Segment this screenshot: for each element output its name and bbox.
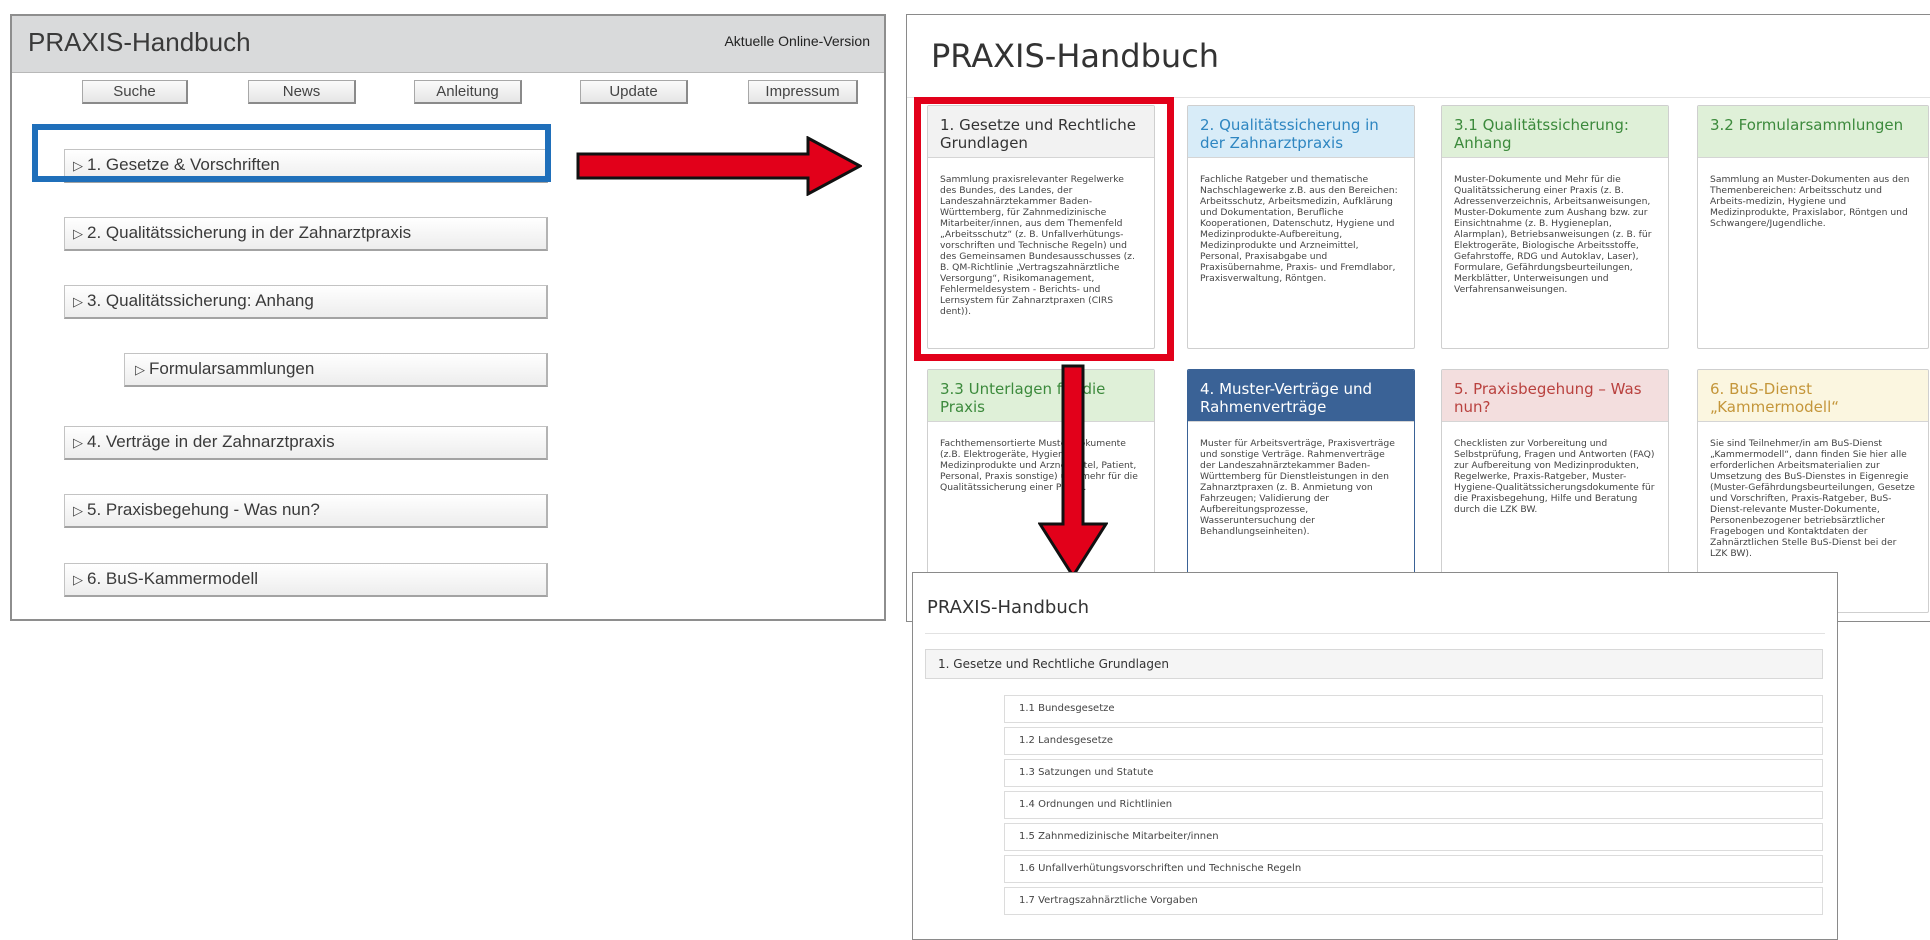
sub-item-mitarbeiter[interactable]: 1.5 Zahnmedizinische Mitarbeiter/innen [1004, 823, 1823, 851]
old-item-bus-kammermodell[interactable]: ▷ 6. BuS-Kammermodell [64, 563, 548, 597]
guide-button[interactable]: Anleitung [414, 80, 522, 104]
sub-item-bundesgesetze[interactable]: 1.1 Bundesgesetze [1004, 695, 1823, 723]
expand-triangle-icon: ▷ [73, 572, 83, 587]
imprint-button[interactable]: Impressum [748, 80, 858, 104]
detail-panel: PRAXIS-Handbuch 1. Gesetze und Rechtlich… [912, 572, 1838, 940]
online-version-link[interactable]: Aktuelle Online-Version [724, 33, 870, 49]
old-item-formularsammlungen[interactable]: ▷ Formularsammlungen [124, 353, 548, 387]
arrow-down-icon [1038, 364, 1108, 578]
arrow-right-icon [576, 136, 862, 196]
card-description: Muster-Dokumente und Mehr für die Qualit… [1454, 174, 1652, 295]
expand-triangle-icon: ▷ [73, 503, 83, 518]
old-item-qs-anhang[interactable]: ▷ 3. Qualitätssicherung: Anhang [64, 285, 548, 319]
expand-triangle-icon: ▷ [73, 294, 83, 309]
sub-item-vertragszahnaerztlich[interactable]: 1.7 Vertragszahnärztliche Vorgaben [1004, 887, 1823, 915]
card-title: 5. Praxisbegehung – Was nun? [1442, 370, 1668, 422]
old-item-label: 4. Verträge in der Zahnarztpraxis [87, 432, 335, 451]
old-item-praxisbegehung[interactable]: ▷ 5. Praxisbegehung - Was nun? [64, 494, 548, 528]
card-qs-anhang[interactable]: 3.1 Qualitätssicherung: Anhang Muster-Do… [1441, 105, 1669, 349]
old-item-label: Formularsammlungen [149, 359, 315, 378]
card-title: 4. Muster-Verträge und Rahmenverträge [1188, 370, 1414, 422]
sub-item-landesgesetze[interactable]: 1.2 Landesgesetze [1004, 727, 1823, 755]
old-item-label: 3. Qualitätssicherung: Anhang [87, 291, 314, 310]
expand-triangle-icon: ▷ [73, 226, 83, 241]
news-button[interactable]: News [248, 80, 356, 104]
card-description: Fachliche Ratgeber und thematische Nachs… [1200, 174, 1398, 284]
old-item-label: 5. Praxisbegehung - Was nun? [87, 500, 320, 519]
card-description: Checklisten zur Vorbereitung und Selbstp… [1454, 438, 1655, 515]
title-divider [925, 633, 1825, 634]
detail-app-title: PRAXIS-Handbuch [927, 597, 1090, 618]
card-description: Muster für Arbeitsverträge, Praxisverträ… [1200, 438, 1395, 537]
search-button[interactable]: Suche [82, 80, 188, 104]
sub-item-satzungen[interactable]: 1.3 Satzungen und Statute [1004, 759, 1823, 787]
card-qualitaetssicherung[interactable]: 2. Qualitätssicherung in der Zahnarztpra… [1187, 105, 1415, 349]
old-item-label: 6. BuS-Kammermodell [87, 569, 259, 588]
highlight-box-red [914, 97, 1174, 361]
sub-item-unfallverhuetung[interactable]: 1.6 Unfallverhütungsvorschriften und Tec… [1004, 855, 1823, 883]
highlight-box-blue [32, 124, 551, 182]
sub-item-ordnungen[interactable]: 1.4 Ordnungen und Richtlinien [1004, 791, 1823, 819]
old-item-label: 2. Qualitätssicherung in der Zahnarztpra… [87, 223, 412, 242]
card-title: 6. BuS-Dienst „Kammermodell“ [1698, 370, 1928, 422]
old-item-qualitaetssicherung[interactable]: ▷ 2. Qualitätssicherung in der Zahnarztpr… [64, 217, 548, 251]
card-title: 2. Qualitätssicherung in der Zahnarztpra… [1188, 106, 1414, 158]
update-button[interactable]: Update [580, 80, 688, 104]
old-version-panel: PRAXIS-Handbuch Aktuelle Online-Version … [10, 14, 886, 621]
old-app-title: PRAXIS-Handbuch [28, 27, 251, 57]
card-title: 3.2 Formularsammlungen [1698, 106, 1928, 158]
old-header-bar: PRAXIS-Handbuch Aktuelle Online-Version [12, 16, 884, 73]
section-header[interactable]: 1. Gesetze und Rechtliche Grundlagen [925, 649, 1823, 679]
card-description: Sie sind Teilnehmer/in am BuS-Dienst „Ka… [1710, 438, 1915, 559]
expand-triangle-icon: ▷ [73, 435, 83, 450]
card-description: Sammlung an Muster-Dokumenten aus den Th… [1710, 174, 1910, 229]
card-title: 3.1 Qualitätssicherung: Anhang [1442, 106, 1668, 158]
card-formularsammlungen[interactable]: 3.2 Formularsammlungen Sammlung an Muste… [1697, 105, 1929, 349]
new-app-title: PRAXIS-Handbuch [931, 37, 1220, 75]
old-item-vertraege[interactable]: ▷ 4. Verträge in der Zahnarztpraxis [64, 426, 548, 460]
expand-triangle-icon: ▷ [135, 362, 145, 377]
